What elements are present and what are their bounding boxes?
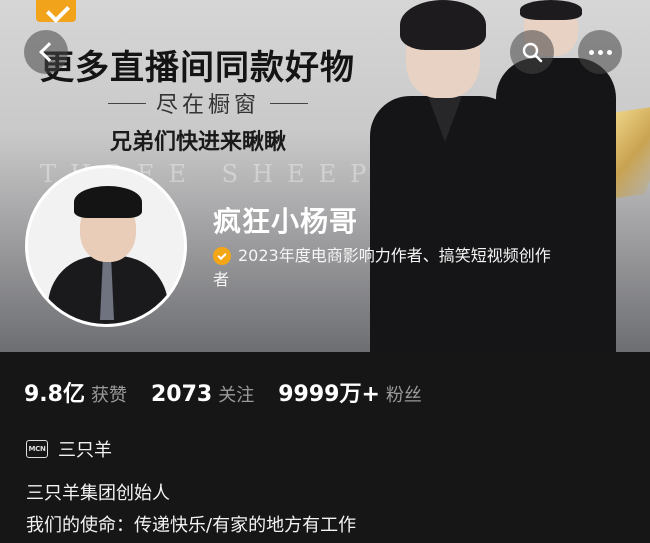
mcn-row[interactable]: MCN 三只羊 — [26, 436, 112, 462]
username: 疯狂小杨哥 — [213, 205, 359, 238]
stat-followers-label: 粉丝 — [385, 385, 422, 406]
subline-rule-right — [270, 102, 309, 104]
subline-rule-left — [108, 102, 146, 104]
mcn-badge-icon: MCN — [26, 440, 48, 458]
certification-line-1: 2023年度电商影响力作者、搞笑短视频创作 — [238, 246, 551, 265]
back-button[interactable] — [24, 30, 68, 74]
stat-likes-value: 9.8亿 — [24, 382, 85, 407]
search-button[interactable] — [510, 30, 554, 74]
stats-row: 9.8亿 获赞 2073 关注 9999万+ 粉丝 — [24, 376, 446, 408]
stat-followers-value: 9999万+ — [278, 382, 380, 407]
more-button[interactable] — [578, 30, 622, 74]
banner-subline-text: 尽在橱窗 — [156, 93, 261, 118]
search-icon — [522, 42, 543, 63]
stat-following-label: 关注 — [218, 385, 255, 406]
certification-line-2: 者 — [213, 270, 230, 289]
bio-line-2: 我们的使命：传递快乐/有家的地方有工作 — [26, 515, 357, 536]
profile-banner[interactable]: THREE SHEEP 更多直播间同款好物 尽在橱窗 兄弟们快进来瞅瞅 疯狂小杨… — [0, 0, 650, 352]
bio-line-1: 三只羊集团创始人 — [26, 483, 170, 504]
banner-headline: 更多直播间同款好物 — [40, 48, 355, 88]
profile-info-panel: 9.8亿 获赞 2073 关注 9999万+ 粉丝 MCN 三只羊 三只羊集团创… — [0, 352, 650, 543]
more-dots-icon — [588, 49, 612, 55]
stat-followers[interactable]: 9999万+ 粉丝 — [278, 376, 422, 408]
banner-tagline: 兄弟们快进来瞅瞅 — [110, 130, 287, 155]
stat-likes[interactable]: 9.8亿 获赞 — [24, 376, 127, 408]
bio: 三只羊集团创始人 我们的使命：传递快乐/有家的地方有工作 — [26, 478, 356, 542]
mcn-name: 三只羊 — [58, 440, 112, 461]
back-arrow-icon — [39, 42, 59, 62]
banner-subline: 尽在橱窗 — [108, 88, 309, 118]
banner-person-left — [370, 0, 520, 352]
brand-chevron-icon — [36, 0, 76, 22]
verified-check-icon — [213, 247, 231, 265]
avatar[interactable] — [25, 165, 187, 327]
stat-following-value: 2073 — [150, 382, 213, 407]
stat-likes-label: 获赞 — [90, 385, 127, 406]
stat-following[interactable]: 2073 关注 — [151, 381, 254, 407]
certification-text: 2023年度电商影响力作者、搞笑短视频创作 者 — [213, 244, 628, 292]
